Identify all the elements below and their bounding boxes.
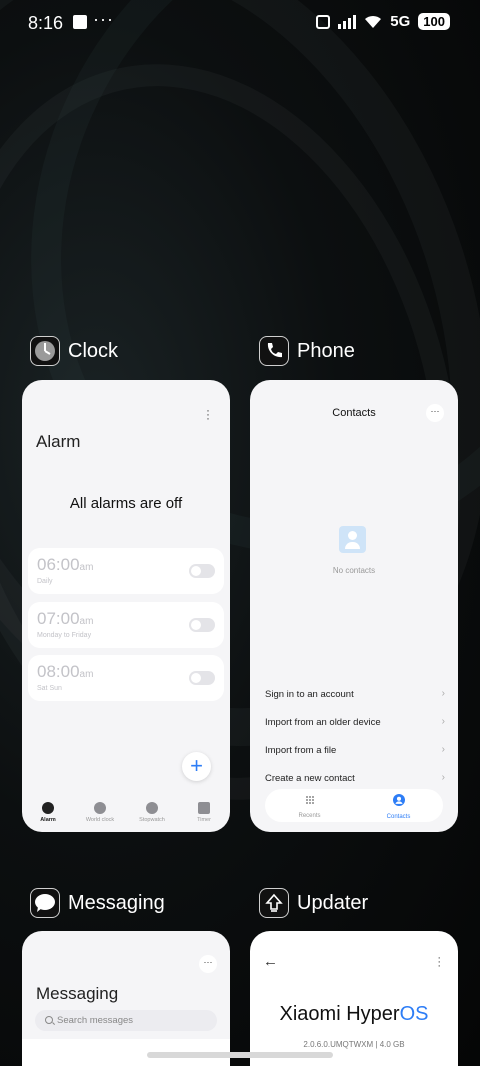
wifi-icon [365, 15, 382, 28]
messaging-card[interactable]: ··· Messaging Search messages [22, 931, 230, 1066]
signal-icon [338, 14, 357, 29]
stopwatch-icon [146, 802, 158, 814]
alarm-status: All alarms are off [69, 495, 183, 512]
clock-icon [35, 341, 55, 361]
tab-contacts[interactable]: Contacts [354, 789, 443, 822]
alarm-repeat: Monday to Friday [37, 632, 92, 639]
option-import-file[interactable]: Import from a file › [265, 744, 445, 756]
chevron-right-icon: › [441, 744, 445, 755]
timer-icon [198, 802, 210, 814]
option-import-device[interactable]: Import from an older device › [265, 716, 445, 728]
back-arrow-icon[interactable]: ← [263, 953, 278, 970]
add-alarm-button[interactable]: + [182, 752, 211, 781]
search-messages-input[interactable]: Search messages [35, 1010, 217, 1031]
option-sign-in[interactable]: Sign in to an account › [265, 688, 445, 700]
tab-timer[interactable]: Timer [178, 796, 230, 823]
tab-alarm[interactable]: Alarm [22, 796, 74, 823]
alarm-repeat: Sat Sun [37, 685, 62, 692]
search-icon [45, 1016, 53, 1024]
clock-card[interactable]: · · · Alarm All alarms are off 06:00am Dai… [22, 380, 230, 832]
status-bar: 8:16 ··· 5G 100 [0, 0, 480, 48]
home-indicator[interactable] [147, 1052, 333, 1058]
more-options-icon[interactable]: ··· [426, 404, 444, 422]
status-time: 8:16 [28, 13, 64, 33]
chevron-right-icon: › [441, 772, 445, 783]
more-options-icon[interactable]: ··· [437, 953, 441, 972]
chevron-right-icon: › [441, 716, 445, 727]
alarm-row[interactable]: 06:00am Daily [28, 548, 224, 594]
network-type: 5G [390, 13, 411, 30]
phone-app-label: Phone [297, 339, 355, 362]
version-info: 2.0.6.0.UMQTWXM | 4.0 GB [303, 1040, 405, 1049]
alarm-toggle[interactable] [189, 564, 215, 578]
upload-arrow-icon [265, 893, 283, 912]
alarm-title: Alarm [36, 432, 81, 451]
chat-bubble-icon [35, 894, 55, 912]
more-options-icon[interactable]: ··· [206, 404, 210, 424]
clock-card-header[interactable]: Clock [30, 336, 118, 366]
battery-indicator: 100 [418, 13, 450, 30]
empty-state-text: No contacts [332, 566, 376, 575]
messaging-app-icon [30, 888, 60, 918]
clock-tab-bar: Alarm World clock Stopwatch Timer [22, 796, 230, 823]
hyperos-logo: Xiaomi HyperOS [279, 1003, 429, 1025]
updater-card-header[interactable]: Updater [259, 888, 368, 918]
notification-icon [73, 15, 87, 29]
messaging-title: Messaging [36, 984, 119, 1003]
alarm-time: 06:00am [37, 555, 94, 574]
alarm-icon [42, 802, 54, 814]
clock-app-label: Clock [68, 339, 119, 362]
alarm-repeat: Daily [37, 578, 53, 585]
phone-app-icon [259, 336, 289, 366]
updater-app-icon [259, 888, 289, 918]
clock-app-icon [30, 336, 60, 366]
contact-placeholder-icon [339, 526, 366, 553]
alarm-row[interactable]: 08:00am Sat Sun [28, 655, 224, 701]
phone-icon [267, 343, 282, 358]
tab-stopwatch[interactable]: Stopwatch [126, 796, 178, 823]
phone-card-header[interactable]: Phone [259, 336, 355, 366]
tab-recents[interactable]: Recents [265, 789, 354, 822]
alarm-toggle[interactable] [189, 618, 215, 632]
more-options-icon[interactable]: ··· [199, 955, 217, 973]
phone-tab-bar: Recents Contacts [265, 789, 443, 822]
contacts-icon [392, 794, 405, 806]
messaging-card-header[interactable]: Messaging [30, 888, 165, 918]
phone-card[interactable]: Contacts ··· No contacts Sign in to an a… [250, 380, 458, 832]
updater-app-label: Updater [297, 891, 369, 914]
messaging-app-label: Messaging [68, 891, 165, 914]
option-create-contact[interactable]: Create a new contact › [265, 772, 445, 784]
alarm-row[interactable]: 07:00am Monday to Friday [28, 602, 224, 648]
alarm-toggle[interactable] [189, 671, 215, 685]
dialpad-icon [305, 796, 314, 804]
updater-card[interactable]: ← · · · Xiaomi HyperOS 2.0.6.0.UMQTWXM | 4… [250, 931, 458, 1066]
alarm-time: 08:00am [37, 662, 94, 681]
tab-world-clock[interactable]: World clock [74, 796, 126, 823]
more-notifications-icon: ··· [93, 9, 114, 29]
world-clock-icon [94, 802, 106, 814]
alarm-time: 07:00am [37, 609, 94, 628]
vibrate-icon [316, 14, 331, 29]
chevron-right-icon: › [441, 688, 445, 699]
